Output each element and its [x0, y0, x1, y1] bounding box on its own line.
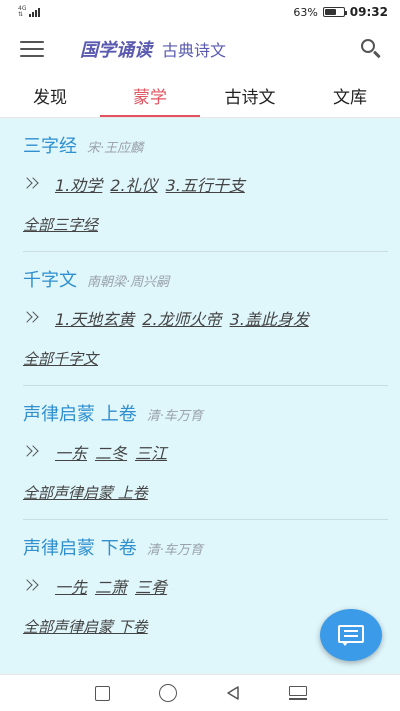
- app-subtitle: 古典诗文: [162, 41, 227, 60]
- tab-enlightenment[interactable]: 蒙学: [100, 74, 200, 117]
- network-activity-label: ⇅: [18, 11, 24, 18]
- chapter-list: 1.天地玄黄 2.龙师火帝 3.盖此身发: [21, 306, 388, 330]
- book-author: 清·车万育: [146, 409, 203, 424]
- signal-icon: [29, 7, 41, 17]
- book-list[interactable]: 三字经 宋·王应麟 1.劝学 2.礼仪 3.五行干支 全部三字经 千字文 南朝梁…: [0, 118, 400, 674]
- search-icon[interactable]: [360, 38, 382, 60]
- book-title[interactable]: 声律启蒙 上卷: [23, 400, 137, 426]
- chapter-list: 一东 二冬 三江: [21, 440, 388, 464]
- status-bar: 4G ⇅ 63% 09:32: [0, 0, 400, 24]
- view-all-link[interactable]: 全部声律启蒙 下卷: [23, 616, 148, 637]
- book-item: 声律启蒙 上卷 清·车万育 一东 二冬 三江 全部声律启蒙 上卷: [0, 386, 400, 503]
- battery-fill: [324, 9, 337, 15]
- clock: 09:32: [349, 5, 388, 19]
- network-type: 4G ⇅: [18, 6, 26, 18]
- double-chevron-right-icon: [21, 311, 41, 325]
- recent-apps-icon[interactable]: [92, 682, 114, 704]
- chapter-link[interactable]: 二萧: [95, 574, 127, 598]
- chapter-link[interactable]: 2.礼仪: [110, 172, 157, 196]
- book-title[interactable]: 千字文: [23, 266, 77, 292]
- chapter-link[interactable]: 1.劝学: [55, 172, 102, 196]
- feedback-button[interactable]: [320, 609, 382, 661]
- book-item: 三字经 宋·王应麟 1.劝学 2.礼仪 3.五行干支 全部三字经: [0, 118, 400, 235]
- book-author: 宋·王应麟: [87, 141, 144, 156]
- chat-icon: [338, 625, 364, 646]
- chapter-link[interactable]: 三江: [135, 440, 167, 464]
- notification-shade-icon[interactable]: [287, 682, 309, 704]
- view-all-link[interactable]: 全部三字经: [23, 214, 98, 235]
- chapter-list: 1.劝学 2.礼仪 3.五行干支: [21, 172, 388, 196]
- chapter-list: 一先 二萧 三肴: [21, 574, 388, 598]
- chapter-link[interactable]: 3.五行干支: [166, 172, 245, 196]
- system-nav-bar: [0, 674, 400, 711]
- book-title[interactable]: 声律启蒙 下卷: [23, 534, 137, 560]
- chapter-link[interactable]: 二冬: [95, 440, 127, 464]
- app-title: 国学诵读: [80, 40, 152, 61]
- book-item: 千字文 南朝梁·周兴嗣 1.天地玄黄 2.龙师火帝 3.盖此身发 全部千字文: [0, 252, 400, 369]
- battery-percent: 63%: [293, 5, 318, 19]
- tab-library[interactable]: 文库: [300, 74, 400, 117]
- back-icon[interactable]: [222, 682, 244, 704]
- home-icon[interactable]: [157, 682, 179, 704]
- app-bar: 国学诵读 古典诗文: [0, 24, 400, 74]
- view-all-link[interactable]: 全部千字文: [23, 348, 98, 369]
- tab-discover[interactable]: 发现: [0, 74, 100, 117]
- view-all-link[interactable]: 全部声律启蒙 上卷: [23, 482, 148, 503]
- chapter-link[interactable]: 1.天地玄黄: [55, 306, 134, 330]
- book-author: 清·车万育: [146, 543, 203, 558]
- double-chevron-right-icon: [21, 177, 41, 191]
- network-indicator: 4G ⇅: [18, 6, 41, 18]
- chapter-link[interactable]: 3.盖此身发: [230, 306, 309, 330]
- double-chevron-right-icon: [21, 579, 41, 593]
- double-chevron-right-icon: [21, 445, 41, 459]
- battery-icon: [322, 7, 347, 17]
- tab-classical-poetry[interactable]: 古诗文: [200, 74, 300, 117]
- book-title[interactable]: 三字经: [23, 132, 77, 158]
- chapter-link[interactable]: 一先: [55, 574, 87, 598]
- chapter-link[interactable]: 三肴: [135, 574, 167, 598]
- hamburger-icon[interactable]: [20, 41, 44, 57]
- chapter-link[interactable]: 2.龙师火帝: [142, 306, 221, 330]
- chapter-link[interactable]: 一东: [55, 440, 87, 464]
- tab-bar: 发现 蒙学 古诗文 文库: [0, 74, 400, 118]
- book-author: 南朝梁·周兴嗣: [87, 275, 170, 290]
